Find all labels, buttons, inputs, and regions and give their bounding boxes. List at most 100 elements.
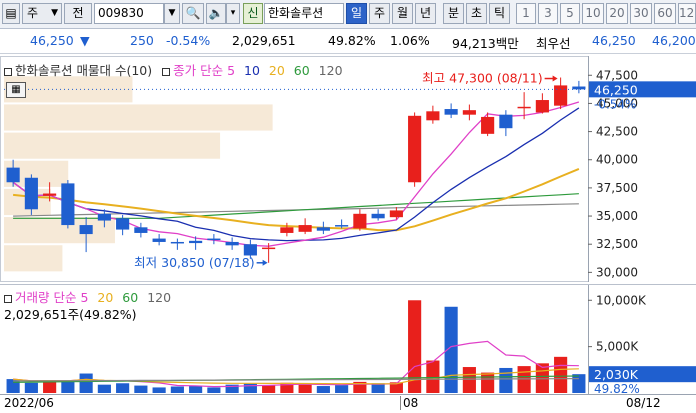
volume-bar (262, 385, 276, 393)
candle-body (298, 225, 312, 232)
period-week-tab[interactable]: 주 (369, 3, 390, 24)
price-legend-title: 한화솔루션 매물대 수(10) (15, 63, 153, 78)
interval-120-button[interactable]: 120 (678, 3, 696, 24)
legend-square-icon (4, 67, 12, 76)
candle-body (207, 238, 221, 241)
volume-profile-bar (4, 217, 115, 244)
high-annotation: 최고 47,300 (08/11) (422, 71, 542, 86)
candle-body (280, 227, 294, 233)
volume-bar (24, 382, 38, 393)
candle-body (134, 227, 148, 233)
volume-ratio: 49.82% (328, 33, 376, 48)
interval-60-button[interactable]: 60 (654, 3, 676, 24)
candle-body (408, 115, 422, 183)
interval-5-button[interactable]: 5 (560, 3, 580, 24)
volume-bar (97, 384, 111, 393)
candle-body (353, 213, 367, 229)
ma60-label: 60 (293, 63, 310, 78)
candle-body (243, 244, 257, 256)
interval-1-button[interactable]: 1 (516, 3, 536, 24)
period-year-tab[interactable]: 년 (415, 3, 436, 24)
candle-body (152, 238, 166, 242)
candle-body (426, 111, 440, 121)
ma120-label: 120 (318, 63, 343, 78)
period-day-tab[interactable]: 일 (346, 3, 367, 24)
price-axis-label: 40,000 (596, 153, 638, 167)
volume-bar (572, 374, 586, 393)
change-amount: 250 (130, 33, 154, 48)
volume-bar (189, 386, 203, 393)
volume-profile-bar (4, 104, 273, 131)
ma5-label: 5 (227, 63, 236, 78)
date-label-month: 08 (400, 396, 418, 410)
volume-profile-bar (4, 132, 221, 159)
signal-button[interactable]: 신 (243, 3, 263, 24)
date-label-start: 2022/06 (4, 396, 54, 410)
speaker-icon: 🔈 (208, 6, 224, 20)
candle-body (262, 247, 276, 250)
interval-10-button[interactable]: 10 (582, 3, 604, 24)
grid-toggle-icon[interactable]: ▦ (6, 82, 26, 98)
volume-bar (298, 384, 312, 393)
candle-body (189, 240, 203, 244)
candle-body (97, 213, 111, 221)
best-quote-label: 최우선 (536, 36, 571, 51)
market-select[interactable]: 주 ▼ (22, 3, 62, 24)
candle-body (389, 210, 403, 218)
candle-body (535, 100, 549, 113)
volume-bar (152, 387, 166, 393)
code-type-button[interactable]: 전 (64, 3, 92, 24)
candle-body (335, 225, 349, 227)
turnover-rate: 1.06% (390, 33, 430, 48)
window-menu-icon[interactable]: ▤ (2, 3, 20, 24)
price-axis-label: 35,000 (596, 209, 638, 223)
legend-square-icon (4, 294, 12, 303)
volume-bar (499, 367, 513, 393)
volume-bar (462, 367, 476, 393)
prev-next-button[interactable]: ▾ (226, 3, 240, 24)
search-icon: 🔍 (185, 6, 201, 20)
speaker-button[interactable]: 🔈 (206, 3, 226, 24)
candle-body (462, 110, 476, 115)
current-volume-tag: 2,030K (594, 367, 639, 382)
price-chart-pane[interactable]: 47,500 45,000 42,500 40,000 37,500 35,000 32,5… (0, 56, 696, 282)
code-dropdown-button[interactable]: ▼ (164, 3, 180, 24)
stock-code-input[interactable]: 009830 (94, 3, 164, 24)
candle-body (444, 109, 458, 115)
volume-bar (134, 385, 148, 393)
volume-legend-title: 거래량 단순 (15, 290, 77, 305)
interval-30-button[interactable]: 30 (630, 3, 652, 24)
interval-3-button[interactable]: 3 (538, 3, 558, 24)
chevron-down-icon: ▾ (230, 8, 236, 18)
price-axis-label: 42,500 (596, 125, 638, 139)
volume-profile-bar (4, 245, 63, 272)
candle-body (225, 241, 239, 246)
toolbar: ▤ 주 ▼ 전 009830 ▼ 🔍 🔈 ▾ 신 한화솔루션 일 주 월 년 분 … (0, 0, 696, 29)
period-second-tab[interactable]: 초 (466, 3, 487, 24)
trade-amount: 94,213백만 (452, 36, 519, 51)
low-annotation: 최저 30,850 (07/18) (134, 255, 254, 270)
period-month-tab[interactable]: 월 (392, 3, 413, 24)
price-chart-svg[interactable]: 47,50045,00042,50040,00037,50035,00032,5… (0, 56, 696, 282)
volume-chart-pane[interactable]: 10,000K 5,000K 2,030K 49.82% 거래량 단순 5 20 60… (0, 284, 696, 396)
volume-bar (207, 387, 221, 393)
vma5-label: 5 (80, 290, 89, 305)
chevron-down-icon: ▼ (51, 8, 58, 18)
interval-20-button[interactable]: 20 (606, 3, 628, 24)
search-button[interactable]: 🔍 (182, 3, 204, 24)
candle-body (61, 183, 75, 226)
candle-body (499, 114, 513, 129)
period-minute-tab[interactable]: 분 (443, 3, 464, 24)
volume-axis-label: 5,000K (596, 340, 639, 354)
candle-body (316, 227, 330, 231)
current-pct-tag: -0.54% (594, 97, 636, 111)
candle-body (6, 167, 20, 183)
trade-volume: 2,029,651 (232, 33, 296, 48)
market-label: 주 (27, 6, 39, 20)
candle-body (517, 106, 531, 109)
change-arrow: ▼ (80, 33, 90, 48)
high-arrow-head (552, 75, 558, 82)
stock-name-field[interactable]: 한화솔루션 (264, 3, 344, 24)
ma20-label: 20 (268, 63, 285, 78)
period-tick-tab[interactable]: 틱 (489, 3, 510, 24)
